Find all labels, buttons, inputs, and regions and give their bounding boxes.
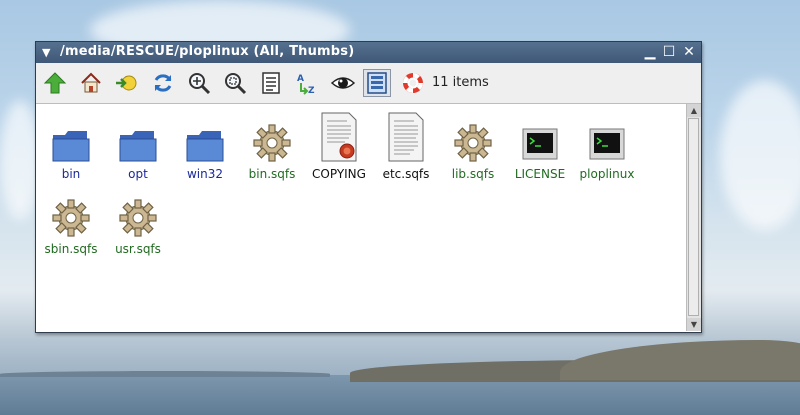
show-hidden-button[interactable]: [329, 69, 357, 97]
show-hidden-icon: [331, 77, 355, 89]
file-label: COPYING: [312, 167, 366, 181]
up-arrow-icon: [43, 72, 67, 94]
file-item[interactable]: LICENSE: [506, 117, 574, 181]
gear-icon: [119, 199, 157, 237]
refresh-button[interactable]: [149, 69, 177, 97]
file-item[interactable]: bin: [37, 117, 105, 181]
help-icon: [403, 73, 423, 93]
folder-icon: [119, 131, 157, 162]
file-item[interactable]: win32: [171, 117, 239, 181]
gear-icon: [454, 124, 492, 162]
window-titlebar[interactable]: ▼ /media/RESCUE/ploplinux (All, Thumbs) …: [36, 42, 701, 63]
svg-text:Z: Z: [308, 86, 315, 95]
zoom-fit-button[interactable]: [221, 69, 249, 97]
file-label: bin.sqfs: [248, 167, 296, 181]
file-label: LICENSE: [514, 167, 566, 181]
file-view[interactable]: bin opt win32 bin.sqfs COPYING etc.sqfs …: [37, 104, 685, 331]
file-item[interactable]: etc.sqfs: [372, 108, 440, 181]
file-item[interactable]: COPYING: [305, 108, 373, 181]
file-label: bin: [61, 167, 81, 181]
maximize-button[interactable]: ☐: [661, 44, 677, 60]
zoom-fit-icon: [225, 73, 247, 95]
file-item[interactable]: usr.sqfs: [104, 192, 172, 256]
file-item[interactable]: opt: [104, 117, 172, 181]
scrollbar-thumb[interactable]: [688, 118, 699, 316]
folder-icon: [52, 131, 90, 162]
file-item[interactable]: ploplinux: [573, 117, 641, 181]
file-label: etc.sqfs: [382, 167, 430, 181]
window-menu-icon[interactable]: ▼: [42, 46, 56, 60]
background-cloud: [0, 100, 40, 220]
sort-az-icon: AZ: [297, 74, 315, 95]
gear-icon: [253, 124, 291, 162]
gear-icon: [52, 199, 90, 237]
scroll-down-icon[interactable]: ▼: [687, 318, 701, 331]
item-count: 11 items: [432, 75, 489, 90]
scroll-up-icon[interactable]: ▲: [687, 104, 701, 117]
file-manager-window: ▼ /media/RESCUE/ploplinux (All, Thumbs) …: [35, 41, 702, 333]
file-label: opt: [128, 167, 148, 181]
file-label: sbin.sqfs: [44, 242, 98, 256]
details-view-button[interactable]: [257, 69, 285, 97]
terminal-icon: [522, 128, 558, 160]
document-icon: [388, 112, 424, 162]
close-button[interactable]: ✕: [681, 44, 697, 60]
zoom-in-button[interactable]: [185, 69, 213, 97]
home-icon: [81, 72, 101, 93]
file-label: lib.sqfs: [451, 167, 495, 181]
svg-text:A: A: [297, 74, 304, 84]
sort-button[interactable]: AZ: [293, 69, 321, 97]
file-label: win32: [186, 167, 224, 181]
terminal-icon: [589, 128, 625, 160]
zoom-in-icon: [189, 73, 211, 95]
background-hill: [0, 371, 330, 377]
go-to-directory-icon: [116, 75, 137, 91]
goto-button[interactable]: [113, 69, 141, 97]
document-seal-icon: [321, 112, 357, 162]
file-label: ploplinux: [579, 167, 635, 181]
file-label: usr.sqfs: [115, 242, 161, 256]
vertical-scrollbar[interactable]: ▲ ▼: [686, 104, 701, 331]
file-item[interactable]: lib.sqfs: [439, 117, 507, 181]
thumbnails-view-button[interactable]: [363, 69, 391, 97]
details-view-icon: [262, 72, 280, 94]
folder-icon: [186, 131, 224, 162]
home-button[interactable]: [77, 69, 105, 97]
window-title: /media/RESCUE/ploplinux (All, Thumbs): [60, 44, 355, 59]
file-item[interactable]: bin.sqfs: [238, 117, 306, 181]
toolbar: AZ 11 items: [36, 63, 701, 104]
refresh-icon: [154, 74, 172, 92]
background-hill: [560, 340, 800, 380]
thumbnails-view-icon: [367, 72, 387, 94]
file-item[interactable]: sbin.sqfs: [37, 192, 105, 256]
minimize-button[interactable]: ▁: [642, 44, 658, 60]
help-button[interactable]: [399, 69, 427, 97]
background-cloud: [720, 80, 800, 230]
up-button[interactable]: [41, 69, 69, 97]
